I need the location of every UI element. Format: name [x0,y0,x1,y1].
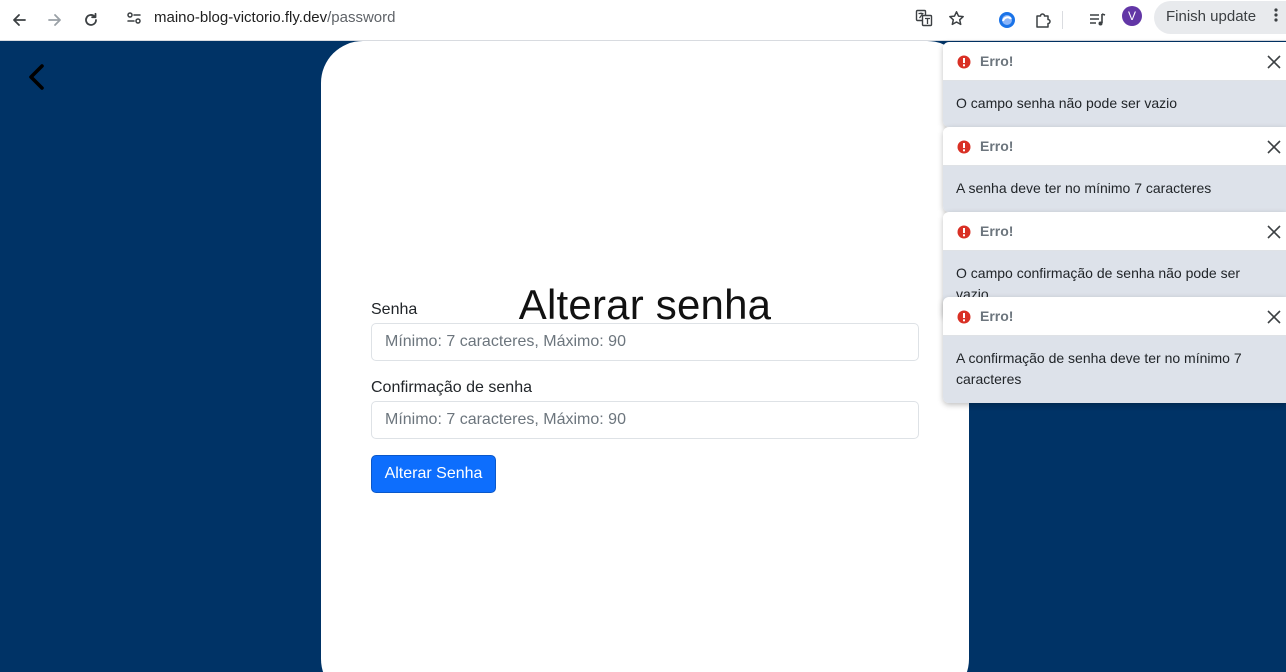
back-arrow-icon[interactable] [4,5,34,35]
toast-title: Erro! [980,223,1014,239]
address-bar[interactable]: maino-blog-victorio.fly.dev/password [114,2,984,34]
media-controls-icon[interactable] [1082,5,1112,35]
close-icon[interactable] [1266,54,1282,70]
toast-header: Erro! [943,42,1286,81]
password-input[interactable] [371,323,919,361]
reload-icon[interactable] [76,5,106,35]
url-text: maino-blog-victorio.fly.dev/password [154,9,396,27]
page-title: Alterar senha [518,281,772,328]
toast-header: Erro! [943,127,1286,166]
toast-message: O campo senha não pode ser vazio [943,81,1286,127]
site-settings-icon[interactable] [119,3,149,33]
toast-title: Erro! [980,138,1014,154]
browser-toolbar: maino-blog-victorio.fly.dev/password V F… [0,0,1286,41]
bookmark-star-icon[interactable] [941,3,971,33]
toast-header: Erro! [943,212,1286,251]
toast-title: Erro! [980,308,1014,324]
error-icon [957,140,971,154]
error-icon [957,225,971,239]
toolbar-divider [1058,5,1068,35]
translate-icon[interactable] [909,3,939,33]
finish-update-button[interactable]: Finish update [1154,1,1286,34]
change-password-button[interactable]: Alterar Senha [371,455,496,493]
error-toast: Erro! A confirmação de senha deve ter no… [943,297,1286,403]
password-label: Senha [371,301,418,318]
finish-update-label: Finish update [1166,8,1257,25]
toast-title: Erro! [980,53,1014,69]
url-host: maino-blog-victorio.fly.dev [154,9,328,26]
error-icon [957,55,971,69]
error-toast: Erro! A senha deve ter no mínimo 7 carac… [943,127,1286,212]
close-icon[interactable] [1266,309,1282,325]
close-icon[interactable] [1266,224,1282,240]
url-path: /password [327,9,396,26]
toast-message: A confirmação de senha deve ter no mínim… [943,336,1286,403]
close-icon[interactable] [1266,139,1282,155]
password-card: Alterar senha Senha Confirmação de senha… [321,41,969,672]
confirm-password-input[interactable] [371,401,919,439]
extensions-puzzle-icon[interactable] [1028,5,1058,35]
back-chevron-icon[interactable] [24,62,50,92]
toast-message: A senha deve ter no mínimo 7 caracteres [943,166,1286,212]
more-vert-icon[interactable] [1274,6,1278,28]
confirm-password-label: Confirmação de senha [371,379,532,396]
toast-header: Erro! [943,297,1286,336]
error-icon [957,310,971,324]
error-toast: Erro! O campo senha não pode ser vazio [943,42,1286,127]
extension-edge-icon[interactable] [992,5,1022,35]
forward-arrow-icon[interactable] [40,5,70,35]
profile-avatar[interactable]: V [1122,6,1142,26]
